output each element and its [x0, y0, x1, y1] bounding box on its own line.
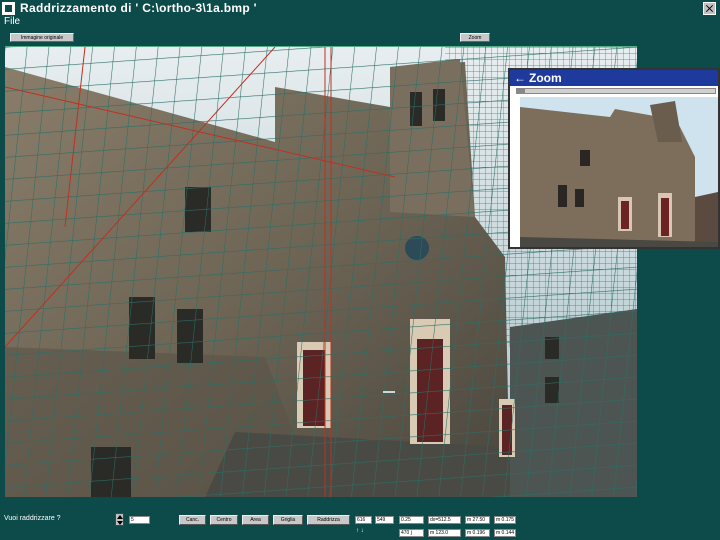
- readout-j: 470 j: [399, 529, 424, 537]
- back-arrow-icon[interactable]: ←: [514, 70, 526, 86]
- zoom-title-bar[interactable]: ← Zoom: [510, 70, 718, 86]
- scroll-thumb[interactable]: [517, 89, 525, 93]
- rectify-button[interactable]: Raddrizza: [307, 515, 350, 525]
- size-y-field[interactable]: 549: [375, 516, 394, 524]
- original-image-button[interactable]: Immagine originale: [10, 33, 74, 42]
- app-icon[interactable]: [2, 2, 15, 15]
- zoom-button[interactable]: Zoom: [460, 33, 490, 42]
- menu-file[interactable]: File: [4, 16, 20, 27]
- cancel-button[interactable]: Canc.: [179, 515, 206, 525]
- readout-dx: dx=512.5: [428, 516, 461, 524]
- zoom-scrollbar[interactable]: [516, 88, 716, 94]
- center-button[interactable]: Centro: [210, 515, 238, 525]
- size-x-field[interactable]: 616: [355, 516, 372, 524]
- nav-arrows[interactable]: ↑ ↓: [356, 528, 364, 534]
- grid-button[interactable]: Griglia: [273, 515, 303, 525]
- zoom-preview: [520, 97, 718, 247]
- zoom-window[interactable]: ← Zoom: [508, 68, 720, 249]
- readout-m1: m 27.50: [465, 516, 490, 524]
- area-button[interactable]: Area: [242, 515, 269, 525]
- zoom-photo: [520, 97, 718, 247]
- menu-bar: File: [0, 16, 720, 29]
- title-bar: Raddrizzamento di ' C:\ortho-3\1a.bmp ': [0, 0, 720, 17]
- readout-m4: m 0.196: [465, 529, 490, 537]
- scale-field[interactable]: 0.25: [399, 516, 424, 524]
- raddrizza-prompt: Vuoi raddrizzare ?: [4, 515, 61, 522]
- readout-m5: m 0.144: [494, 529, 516, 537]
- zoom-title: Zoom: [529, 71, 562, 85]
- window-title: Raddrizzamento di ' C:\ortho-3\1a.bmp ': [20, 1, 257, 15]
- close-icon[interactable]: [703, 2, 716, 15]
- grid-step-field[interactable]: 5: [129, 516, 150, 524]
- readout-m3: m 123.0: [428, 529, 461, 537]
- readout-m2: m 0.175: [494, 516, 516, 524]
- spin-buttons[interactable]: [115, 513, 124, 526]
